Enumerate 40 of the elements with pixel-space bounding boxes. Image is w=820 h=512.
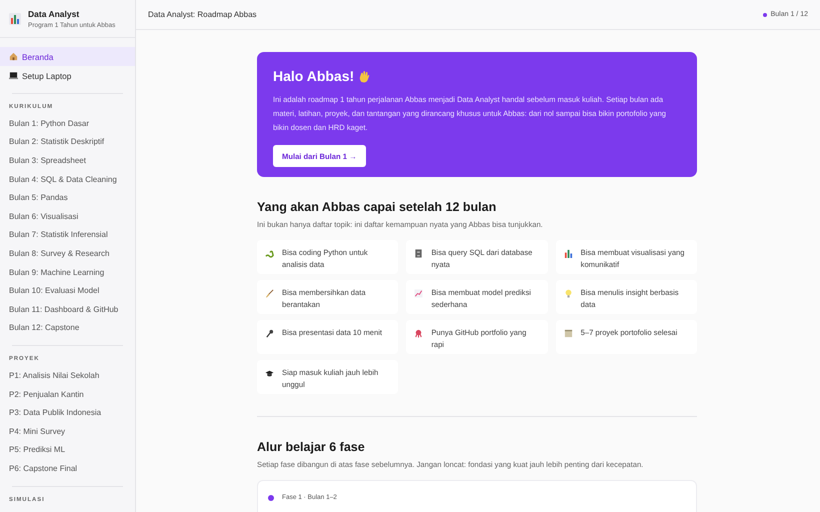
page-title: Data Analyst: Roadmap Abbas xyxy=(148,10,257,19)
nav-link[interactable]: P4: Mini Survey xyxy=(0,422,135,440)
waving-hand-icon xyxy=(358,70,372,82)
app-title: Data Analyst xyxy=(28,8,80,18)
nav-link[interactable]: P3: Data Publik Indonesia xyxy=(0,403,135,422)
section-title: Yang akan Abbas capai setelah 12 bulan xyxy=(257,200,498,214)
nav-link[interactable]: P1: Analisis Nilai Sekolah xyxy=(0,366,135,385)
microphone-icon xyxy=(265,329,274,338)
bar-chart-icon xyxy=(9,12,21,24)
nav-link[interactable]: Bulan 4: SQL & Data Cleaning xyxy=(0,170,135,188)
nav-link[interactable]: Bulan 2: Statistik Deskriptif xyxy=(0,132,135,152)
section-title: Alur belajar 6 fase xyxy=(257,440,366,454)
laptop-icon xyxy=(9,71,18,80)
house-icon xyxy=(9,52,18,61)
nav-link[interactable]: Bulan 6: Visualisasi xyxy=(0,206,135,226)
book-icon xyxy=(564,329,573,338)
cabinet-icon xyxy=(414,249,424,258)
nav-link[interactable]: Bulan 3: Spreadsheet xyxy=(0,151,135,170)
octopus-icon xyxy=(414,329,424,338)
nav-link[interactable]: Bulan 12: Capstone xyxy=(0,318,135,338)
nav-item[interactable]: Beranda xyxy=(0,47,135,66)
bar-chart-icon xyxy=(564,249,573,258)
nav-link[interactable]: P6: Capstone Final xyxy=(0,459,135,478)
broom-icon xyxy=(265,289,274,298)
nav-link[interactable]: P5: Prediksi ML xyxy=(0,440,135,460)
status-dot-icon xyxy=(762,12,767,16)
nav-link[interactable]: P2: Penjualan Kantin xyxy=(0,384,135,404)
light-bulb-icon xyxy=(564,289,573,298)
hero-title: Halo Abbas! xyxy=(273,68,354,84)
nav-link[interactable]: Bulan 11: Dashboard & GitHub xyxy=(0,300,135,319)
trend-chart-icon xyxy=(414,289,424,298)
nav-link[interactable]: Bulan 9: Machine Learning xyxy=(0,262,135,282)
nav-item[interactable]: Setup Laptop xyxy=(0,66,135,85)
nav-link[interactable]: Bulan 1: Python Dasar xyxy=(0,114,135,133)
snake-icon xyxy=(265,249,274,258)
nav-link[interactable]: Bulan 5: Pandas xyxy=(0,188,135,207)
nav-link[interactable]: Bulan 10: Evaluasi Model xyxy=(0,281,135,300)
graduation-cap-icon xyxy=(265,369,274,378)
nav-link[interactable]: Bulan 8: Survey & Research xyxy=(0,244,135,263)
nav-link[interactable]: Bulan 7: Statistik Inferensial xyxy=(0,226,135,244)
